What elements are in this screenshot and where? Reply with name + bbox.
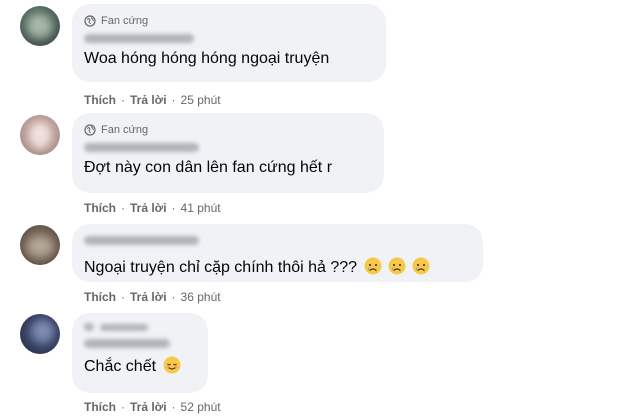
like-button[interactable]: Thích <box>84 400 116 414</box>
separator: · <box>171 290 176 304</box>
author-name[interactable] <box>84 143 199 152</box>
reply-button[interactable]: Trả lời <box>130 201 167 215</box>
globe-icon <box>84 124 96 136</box>
comment-text-content: Ngoại truyện chỉ cặp chính thôi hả ??? <box>84 259 358 276</box>
separator: · <box>121 93 125 107</box>
reply-button[interactable]: Trả lời <box>130 290 167 304</box>
separator: · <box>121 400 125 414</box>
comment-text: Chắc chết <box>84 356 196 377</box>
badge-blur <box>100 323 148 331</box>
timestamp[interactable]: 41 phút <box>181 201 221 215</box>
avatar[interactable] <box>20 6 60 46</box>
like-button[interactable]: Thích <box>84 93 116 107</box>
relieved-emoji-icon <box>163 356 180 374</box>
comment-bubble: Fan cứng Đợt này con dân lên fan cứng hế… <box>72 113 384 193</box>
separator: · <box>121 290 125 304</box>
reply-button[interactable]: Trả lời <box>130 400 167 414</box>
comment-text: Ngoại truyện chỉ cặp chính thôi hả ??? <box>84 257 471 278</box>
separator: · <box>171 201 176 215</box>
sad-emoji-icon <box>388 257 406 275</box>
timestamp[interactable]: 52 phút <box>181 400 221 414</box>
author-name[interactable] <box>84 34 194 43</box>
like-button[interactable]: Thích <box>84 290 116 304</box>
badge-label: Fan cứng <box>101 124 149 136</box>
author-name[interactable] <box>84 339 170 348</box>
comment-text: Woa hóng hóng hóng ngoại truyện <box>84 50 330 67</box>
comment-bubble: Ngoại truyện chỉ cặp chính thôi hả ??? <box>72 224 483 282</box>
timestamp[interactable]: 25 phút <box>181 93 221 107</box>
comment-bubble: Chắc chết <box>72 313 208 393</box>
fan-badge[interactable]: Fan cứng <box>84 14 374 28</box>
sad-emoji-icon <box>364 257 382 275</box>
badge-blur <box>84 323 94 331</box>
comment-text-content: Chắc chết <box>84 358 157 375</box>
timestamp[interactable]: 36 phút <box>181 290 221 304</box>
avatar[interactable] <box>20 314 60 354</box>
separator: · <box>171 400 176 414</box>
reply-button[interactable]: Trả lời <box>130 93 167 107</box>
comment-actions: Thích · Trả lời · 52 phút <box>84 400 221 414</box>
comment-bubble: Fan cứng Woa hóng hóng hóng ngoại truyện <box>72 4 386 82</box>
separator: · <box>171 93 176 107</box>
fan-badge[interactable]: Fan cứng <box>84 123 372 137</box>
sad-emoji-icon <box>412 257 430 275</box>
avatar[interactable] <box>20 115 60 155</box>
comment-actions: Thích · Trả lời · 41 phút <box>84 201 221 215</box>
author-meta <box>84 323 196 331</box>
comment-actions: Thích · Trả lời · 25 phút <box>84 93 221 107</box>
comment-actions: Thích · Trả lời · 36 phút <box>84 290 221 304</box>
badge-label: Fan cứng <box>101 15 149 27</box>
separator: · <box>121 201 125 215</box>
comment-text: Đợt này con dân lên fan cứng hết r <box>84 159 333 176</box>
globe-icon <box>84 15 96 27</box>
author-name[interactable] <box>84 236 199 245</box>
avatar[interactable] <box>20 225 60 265</box>
like-button[interactable]: Thích <box>84 201 116 215</box>
